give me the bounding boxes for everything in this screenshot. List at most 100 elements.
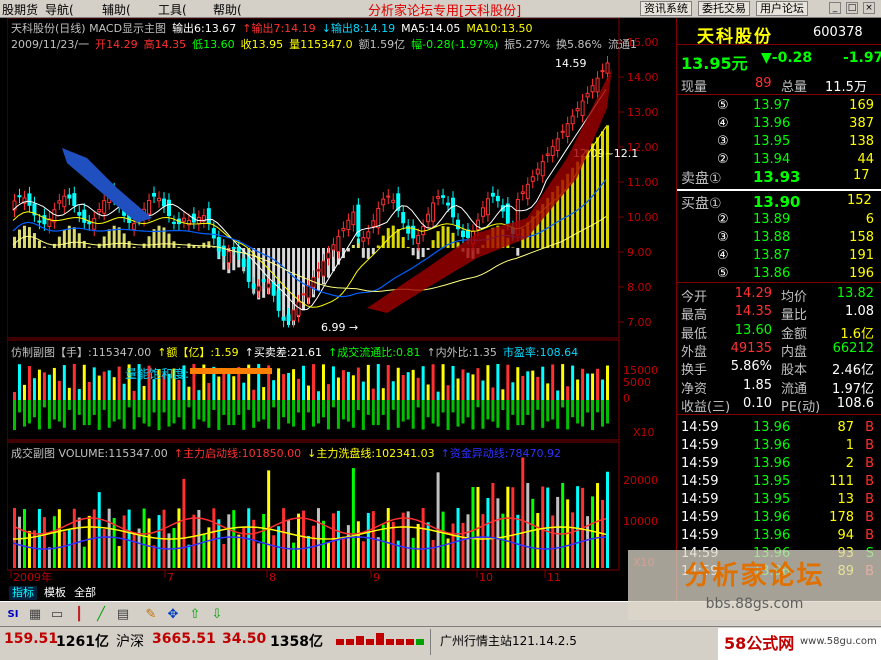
menu-assist[interactable]: 辅助( bbox=[102, 1, 131, 18]
sub1-up-bar bbox=[321, 364, 325, 400]
sub1-up-bar bbox=[521, 375, 525, 400]
candle-body bbox=[92, 218, 97, 230]
minimize-icon[interactable]: _ bbox=[829, 2, 841, 14]
sub1-up-bar bbox=[361, 381, 365, 400]
maximize-icon[interactable]: □ bbox=[846, 2, 858, 14]
price-label: 9.00 bbox=[627, 246, 652, 259]
sub1-up-bar bbox=[356, 367, 360, 400]
sub1-up-bar bbox=[601, 379, 605, 400]
tick-row[interactable]: 14:59 13.95 13 B bbox=[677, 492, 881, 510]
tick-time: 14:59 bbox=[681, 528, 719, 543]
sub1-down-bar bbox=[242, 400, 246, 430]
sub1-down-bar bbox=[37, 400, 41, 430]
monitor-icon[interactable]: ▭ bbox=[48, 606, 66, 624]
volume-bar bbox=[351, 468, 355, 568]
move-icon[interactable]: ✥ bbox=[164, 606, 182, 624]
sub1-up-bar bbox=[541, 366, 545, 400]
sub1-up-bar bbox=[302, 365, 306, 400]
candle-body bbox=[281, 316, 286, 321]
candle-body bbox=[102, 200, 107, 214]
hdr2-segment: 高14.35 bbox=[143, 38, 187, 51]
table-icon[interactable]: ▦ bbox=[26, 606, 44, 624]
stats-row: 净资 1.85 流通 1.97亿 bbox=[677, 378, 881, 397]
stat-label: 量比 bbox=[781, 308, 808, 324]
sub1-down-bar bbox=[381, 400, 385, 415]
sub1-down-bar bbox=[292, 400, 296, 427]
candle-body bbox=[17, 195, 22, 198]
tick-row[interactable]: 14:59 13.96 1 B bbox=[677, 438, 881, 456]
kline-chart-svg[interactable]: 15.0014.0013.0012.0011.0010.009.008.007.… bbox=[6, 17, 676, 586]
stat-label: 今开 bbox=[681, 290, 708, 305]
sub1-up-bar bbox=[152, 379, 156, 400]
tick-row[interactable]: 14:59 13.96 94 B bbox=[677, 528, 881, 546]
tick-row[interactable]: 14:59 13.95 111 B bbox=[677, 474, 881, 492]
sub1-down-bar bbox=[476, 400, 480, 408]
total-vol: 11.5万 bbox=[825, 80, 867, 95]
candle-body bbox=[525, 183, 530, 200]
sub1-down-bar bbox=[471, 400, 475, 430]
tick-row[interactable]: 14:59 13.96 2 B bbox=[677, 456, 881, 474]
pencil-icon[interactable]: ✎ bbox=[142, 606, 160, 624]
candle-icon[interactable]: ┃ bbox=[70, 606, 88, 624]
sub1-down-bar bbox=[247, 400, 251, 410]
bar-chart-icon[interactable]: ▤ bbox=[114, 606, 132, 624]
menu-stock-futures[interactable]: 股期货 bbox=[2, 1, 38, 18]
candle-body bbox=[181, 217, 186, 222]
tab-all[interactable]: 全部 bbox=[71, 586, 99, 600]
si-icon[interactable]: SI bbox=[4, 606, 22, 624]
tick-row[interactable]: 14:59 13.96 178 B bbox=[677, 510, 881, 528]
macd-bar bbox=[586, 149, 590, 248]
sub1-down-bar bbox=[312, 400, 315, 427]
tick-row[interactable]: 14:59 13.96 87 B bbox=[677, 420, 881, 438]
sub1-y-label: 5000 bbox=[623, 376, 651, 389]
macd-bar bbox=[142, 243, 146, 248]
menu-tools[interactable]: 工具( bbox=[158, 1, 187, 18]
hdr1-segment: MA5:14.05 bbox=[401, 22, 461, 35]
close-icon[interactable]: × bbox=[863, 2, 875, 14]
stat-value: 14.29 bbox=[734, 286, 772, 301]
sub1-up-bar bbox=[17, 364, 21, 400]
volume-bar bbox=[52, 516, 56, 568]
macd-bar bbox=[451, 232, 455, 248]
news-system-button[interactable]: 资讯系统 bbox=[640, 1, 692, 16]
menu-navigate[interactable]: 导航( bbox=[45, 1, 74, 18]
chart-panel[interactable]: 15.00 14.00 13.00 12.00 11.00 10.00 9.00 8.00 7.… bbox=[6, 17, 676, 586]
tab-indicators[interactable]: 指标 bbox=[9, 586, 37, 600]
trade-button[interactable]: 委托交易 bbox=[698, 1, 750, 16]
tick-time: 14:59 bbox=[681, 438, 719, 453]
sub1-up-bar bbox=[386, 364, 390, 400]
sub1-up-bar bbox=[77, 388, 81, 400]
tab-templates[interactable]: 模板 bbox=[41, 586, 69, 600]
tick-price: 13.96 bbox=[753, 438, 791, 453]
macd-bar bbox=[361, 248, 365, 258]
candle-body bbox=[87, 221, 92, 225]
macd-bar bbox=[72, 227, 76, 248]
macd-bar bbox=[391, 225, 395, 248]
volume-bar bbox=[202, 534, 206, 568]
volume-bar bbox=[406, 511, 410, 568]
sub1-down-bar bbox=[252, 400, 256, 428]
total-vol-label: 总量 bbox=[781, 80, 808, 95]
candle-body bbox=[575, 108, 580, 112]
arrow-down-icon[interactable]: ⇩ bbox=[208, 606, 226, 624]
sub1-down-bar bbox=[202, 400, 206, 422]
sub1-up-bar bbox=[456, 378, 460, 400]
hdr3-segment: ↑内外比:1.35 bbox=[426, 346, 497, 359]
volume-bar bbox=[341, 536, 345, 568]
line-chart-icon[interactable]: ╱ bbox=[92, 606, 110, 624]
candle-body bbox=[475, 219, 480, 230]
forum-button[interactable]: 用户论坛 bbox=[756, 1, 808, 16]
tick-price: 13.95 bbox=[753, 492, 791, 507]
arrow-up-icon[interactable]: ⇧ bbox=[186, 606, 204, 624]
sub1-down-bar bbox=[227, 400, 231, 426]
sub1-down-bar bbox=[152, 400, 156, 413]
volume-bar bbox=[556, 496, 560, 568]
candle-body bbox=[162, 198, 166, 207]
stat-label: 最低 bbox=[681, 326, 708, 342]
candle-body bbox=[431, 202, 436, 222]
sub1-up-bar bbox=[431, 364, 435, 400]
stat-value: 1.08 bbox=[845, 304, 874, 320]
menu-help[interactable]: 帮助( bbox=[213, 1, 242, 18]
candle-body bbox=[42, 215, 47, 225]
volume-bar bbox=[237, 534, 241, 568]
